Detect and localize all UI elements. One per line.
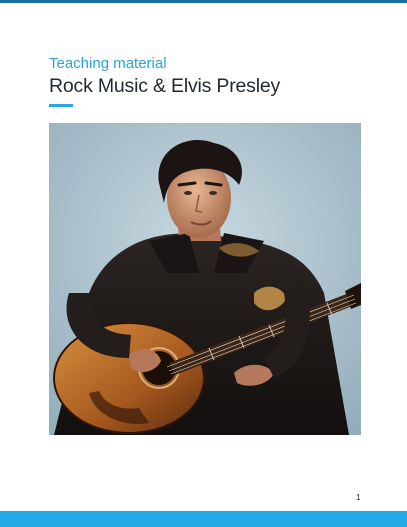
title-accent-line [49, 104, 73, 107]
cover-photo [49, 123, 361, 435]
document-title: Rock Music & Elvis Presley [49, 75, 281, 97]
document-subtitle: Teaching material [49, 55, 167, 72]
page-number: 1 [356, 493, 361, 502]
guitarist-portrait-image [49, 123, 361, 435]
top-rule [0, 0, 407, 3]
footer-bar [0, 511, 407, 527]
